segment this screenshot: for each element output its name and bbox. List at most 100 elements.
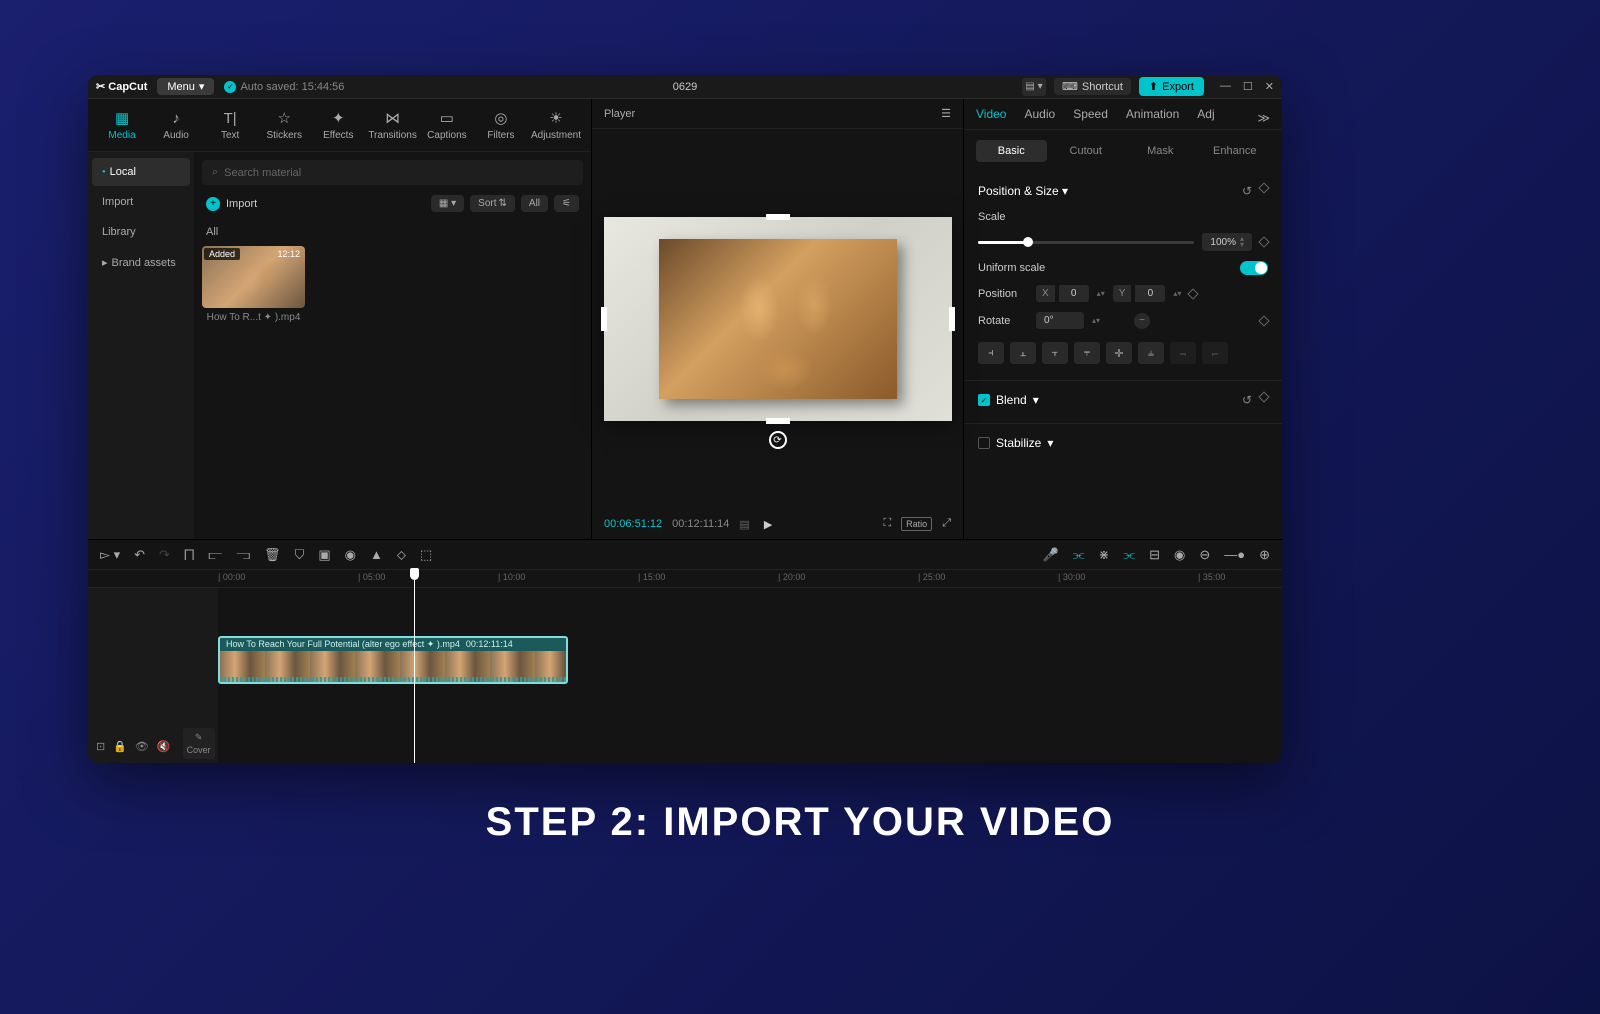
grid-icon[interactable]: ▤ (739, 518, 749, 531)
tab-stickers[interactable]: ☆Stickers (258, 105, 310, 145)
tab-audio[interactable]: ♪Audio (150, 105, 202, 145)
magnet-icon[interactable]: ⫘ (1073, 547, 1085, 563)
link-icon[interactable]: ⋇ (1098, 547, 1109, 563)
rotate-handle[interactable]: ⟳ (769, 431, 787, 449)
tab-filters[interactable]: ◎Filters (475, 105, 527, 145)
eye-icon[interactable]: 👁 (135, 740, 149, 753)
keyframe-icon[interactable] (1258, 315, 1269, 326)
record-icon[interactable]: ◉ (1174, 547, 1185, 563)
shortcut-button[interactable]: ⌨ Shortcut (1054, 78, 1131, 95)
export-button[interactable]: ⬆ Export (1139, 77, 1204, 96)
align-bottom-icon[interactable]: ⫨ (1138, 342, 1164, 364)
minimize-icon[interactable]: — (1220, 80, 1231, 93)
timeline-ruler[interactable]: | 00:00 | 05:00 | 10:00 | 15:00 | 20:00 … (88, 570, 1282, 588)
tab-captions[interactable]: ▭Captions (421, 105, 473, 145)
import-button[interactable]: +Import (206, 197, 423, 211)
mic-icon[interactable]: 🎤 (1043, 547, 1059, 563)
preview-menu-icon[interactable]: ☰ (941, 107, 951, 120)
resize-handle-left[interactable] (601, 307, 607, 331)
sidebar-item-brand-assets[interactable]: ▸Brand assets (92, 248, 190, 277)
split-icon[interactable]: ⨅ (184, 547, 194, 563)
keyframe-icon[interactable] (1258, 236, 1269, 247)
filter-all-button[interactable]: All (521, 195, 548, 212)
distribute-h-icon[interactable]: ⫬ (1170, 342, 1196, 364)
crop-tl-icon[interactable]: ▣ (318, 547, 330, 563)
zoom-fit-icon[interactable]: ⊕ (1259, 547, 1270, 563)
sub-tab-cutout[interactable]: Cutout (1051, 140, 1122, 162)
blend-checkbox[interactable]: ✓ (978, 394, 990, 406)
search-input[interactable]: ⌕Search material (202, 160, 583, 185)
fullscreen-icon[interactable]: ⤢ (942, 517, 951, 531)
preview-canvas[interactable]: ⟳ (592, 129, 963, 509)
cursor-icon[interactable]: ▻ ▾ (100, 547, 120, 563)
position-y-input[interactable]: Y0 (1113, 285, 1166, 302)
sub-tab-basic[interactable]: Basic (976, 140, 1047, 162)
zoom-slider[interactable]: —● (1224, 547, 1245, 562)
track-toggle-icon[interactable]: ⊡ (96, 740, 105, 753)
filter-icon-button[interactable]: ⚟ (554, 195, 579, 212)
tab-transitions[interactable]: ⋈Transitions (366, 105, 419, 145)
sort-button[interactable]: Sort ⇅ (470, 195, 515, 212)
maximize-icon[interactable]: ☐ (1243, 80, 1253, 93)
redo-icon[interactable]: ↷ (159, 547, 170, 563)
speed-tl-icon[interactable]: ◉ (345, 547, 356, 563)
zoom-out-icon[interactable]: ⊖ (1199, 547, 1210, 563)
close-icon[interactable]: ✕ (1265, 80, 1274, 93)
props-tab-adj[interactable]: Adj (1197, 107, 1214, 129)
media-item[interactable]: Added 12:12 How To R...t ✦ ).mp4 (202, 246, 305, 327)
scale-slider[interactable] (978, 241, 1194, 244)
sidebar-item-local[interactable]: ●Local (92, 158, 190, 186)
undo-icon[interactable]: ↶ (134, 547, 145, 563)
keyframe-icon[interactable] (1188, 288, 1199, 299)
view-grid-button[interactable]: ▦ ▾ (431, 195, 464, 212)
delete-icon[interactable]: 🗑 (264, 547, 281, 563)
resize-handle-top[interactable] (766, 214, 790, 220)
mute-icon[interactable]: 🔇 (157, 740, 171, 753)
layout-icon[interactable]: ▤ ▾ (1022, 78, 1046, 96)
timeline-tracks[interactable]: How To Reach Your Full Potential (alter … (218, 588, 1282, 763)
playhead[interactable] (414, 570, 415, 763)
align-center-h-icon[interactable]: ⫠ (1010, 342, 1036, 364)
sidebar-item-import[interactable]: Import (92, 188, 190, 216)
rotate-value[interactable]: 0° (1036, 312, 1084, 329)
keyframe-icon[interactable] (1258, 391, 1269, 402)
tab-adjustment[interactable]: ☀Adjustment (529, 105, 583, 145)
split-right-icon[interactable]: ⫎ (236, 547, 250, 563)
track-icon[interactable]: ⊟ (1149, 547, 1160, 563)
distribute-v-icon[interactable]: ⫭ (1202, 342, 1228, 364)
keyframe-icon[interactable] (1258, 182, 1269, 193)
tab-text[interactable]: T|Text (204, 105, 256, 145)
shield-icon[interactable]: ⛉ (295, 547, 305, 563)
reset-icon[interactable]: ↺ (1242, 184, 1252, 198)
position-x-input[interactable]: X0 (1036, 285, 1089, 302)
sub-tab-mask[interactable]: Mask (1125, 140, 1196, 162)
props-tab-speed[interactable]: Speed (1073, 107, 1108, 129)
tab-effects[interactable]: ✦Effects (312, 105, 364, 145)
props-tab-audio[interactable]: Audio (1024, 107, 1055, 129)
play-button[interactable]: ▶ (764, 518, 772, 531)
props-tab-animation[interactable]: Animation (1126, 107, 1179, 129)
props-tab-video[interactable]: Video (976, 107, 1006, 129)
sub-tab-enhance[interactable]: Enhance (1200, 140, 1271, 162)
resize-handle-right[interactable] (949, 307, 955, 331)
align-top-icon[interactable]: ⫧ (1074, 342, 1100, 364)
uniform-scale-toggle[interactable] (1240, 261, 1268, 275)
snap-icon[interactable]: ⫘ (1123, 547, 1135, 563)
tab-media[interactable]: ▦Media (96, 105, 148, 145)
rotate-tl-icon[interactable]: ⬦ (397, 547, 406, 563)
align-right-icon[interactable]: ⫟ (1042, 342, 1068, 364)
crop-icon[interactable]: ⛶ (883, 517, 891, 531)
freeze-icon[interactable]: ⬚ (420, 547, 432, 563)
split-left-icon[interactable]: ⫍ (208, 547, 222, 563)
rotate-reset-icon[interactable]: − (1134, 313, 1150, 329)
scale-value[interactable]: 100%▴▾ (1202, 233, 1252, 251)
ratio-button[interactable]: Ratio (901, 517, 932, 531)
align-left-icon[interactable]: ⫞ (978, 342, 1004, 364)
lock-icon[interactable]: 🔒 (113, 740, 127, 753)
stabilize-checkbox[interactable] (978, 437, 990, 449)
video-clip[interactable]: How To Reach Your Full Potential (alter … (218, 636, 568, 684)
mirror-icon[interactable]: ▲ (370, 547, 383, 562)
cover-button[interactable]: ✎Cover (183, 728, 215, 759)
reset-icon[interactable]: ↺ (1242, 393, 1252, 407)
resize-handle-bottom[interactable] (766, 418, 790, 424)
